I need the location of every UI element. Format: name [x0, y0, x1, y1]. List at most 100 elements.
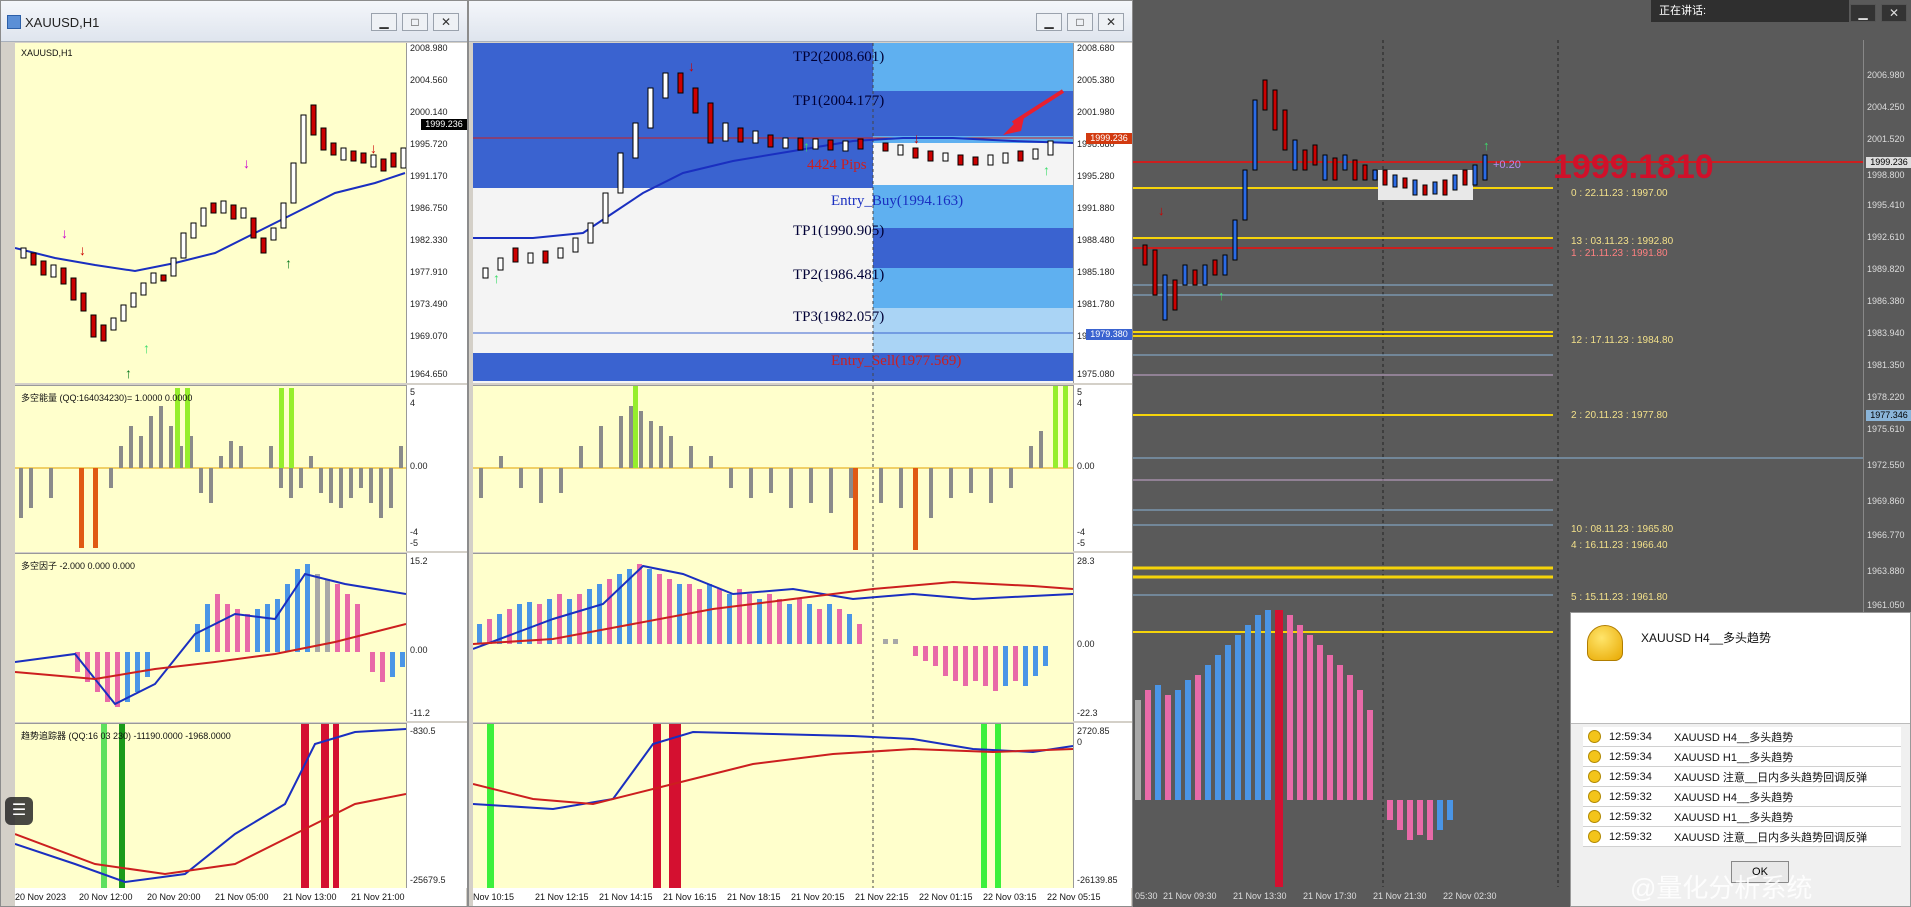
center-indicator-factor[interactable] [473, 553, 1073, 722]
close-button[interactable]: ✕ [433, 13, 459, 31]
alert-popup[interactable]: XAUUSD H4__多头趋势 12:59:34 XAUUSD H4__多头趋势 … [1570, 612, 1911, 907]
tp2-sell-label: TP2(1986.481) [793, 267, 885, 283]
svg-text:↓: ↓ [370, 140, 377, 156]
svg-text:↓: ↓ [1158, 203, 1165, 218]
level-label: 5 : 15.11.23 : 1961.80 [1571, 592, 1668, 603]
level-label: 2 : 20.11.23 : 1977.80 [1571, 410, 1668, 421]
right-price-chart: ↓ ↑ ↑ +0.20 [1133, 40, 1863, 650]
center-window-titlebar[interactable]: ▁ □ ✕ [469, 1, 1132, 42]
center-time-axis: Nov 10:15 21 Nov 12:15 21 Nov 14:15 21 N… [473, 888, 1131, 906]
maximize-button[interactable]: □ [1067, 13, 1093, 31]
alert-row[interactable]: 12:59:32 XAUUSD H4__多头趋势 [1583, 787, 1901, 807]
left-indicator-trend-scale: -830.5 -25679.5 [406, 723, 467, 888]
left-time-axis: 20 Nov 2023 20 Nov 12:00 20 Nov 20:00 21… [15, 888, 466, 906]
chart-app-icon [7, 15, 21, 29]
side-menu-button[interactable]: ☰ [5, 797, 33, 825]
current-price-tag: 1999.236 [421, 119, 467, 130]
bell-icon [1588, 810, 1601, 823]
center-indicator-energy[interactable] [473, 385, 1073, 552]
alert-row[interactable]: 12:59:32 XAUUSD 注意__日内多头趋势回调反弹 [1583, 827, 1901, 847]
small-price-tag: +0.20 [1493, 159, 1521, 171]
big-price-label: 1999.1810 [1553, 148, 1714, 186]
energy-histogram [15, 388, 406, 548]
energy-indicator-label: 多空能量 (QQ:164034230)= 1.0000 0.0000 [21, 393, 193, 403]
center-main-chart[interactable]: ↑ ↓ ↑ ↓ ↑ TP2(2008.601) TP1(2004.177) 4424 … [473, 43, 1073, 383]
factor-indicator-label: 多空因子 -2.000 0.000 0.000 [21, 561, 136, 571]
current-price-tag: 1999.236 [1866, 157, 1911, 168]
bell-icon [1588, 790, 1601, 803]
close-button[interactable]: ✕ [1881, 4, 1907, 22]
bell-icon [1588, 750, 1601, 763]
center-indicator-energy-scale: 5 4 0.00 -4 -5 [1073, 385, 1132, 551]
svg-text:↑: ↑ [1483, 138, 1490, 153]
svg-text:↑: ↑ [143, 340, 150, 356]
minimize-button[interactable]: ▁ [1036, 13, 1062, 31]
candles [20, 104, 407, 342]
bell-icon [1588, 730, 1601, 743]
left-indicator-factor[interactable]: 多空因子 -2.000 0.000 0.000 [15, 553, 406, 722]
trend-lines [15, 724, 406, 889]
svg-text:↑: ↑ [285, 255, 292, 271]
left-indicator-factor-scale: 15.2 0.00 -11.2 [406, 553, 467, 721]
level-label: 4 : 16.11.23 : 1966.40 [1571, 540, 1668, 551]
tp2-buy-label: TP2(2008.601) [793, 49, 885, 65]
alert-header-text: XAUUSD H4__多头趋势 [1641, 631, 1772, 645]
close-button[interactable]: ✕ [1098, 13, 1124, 31]
svg-text:↓: ↓ [61, 225, 68, 241]
center-indicator-factor-scale: 28.3 0.00 -22.3 [1073, 553, 1132, 721]
tp3-sell-label: TP3(1982.057) [793, 309, 885, 325]
svg-text:↓: ↓ [688, 58, 695, 74]
second-price-tag: 1979.380 [1086, 329, 1132, 340]
svg-text:↓: ↓ [913, 130, 920, 146]
alert-row[interactable]: 12:59:32 XAUUSD H1__多头趋势 [1583, 807, 1901, 827]
maximize-button[interactable]: □ [402, 13, 428, 31]
marker-price-tag: 1977.346 [1866, 410, 1911, 421]
alert-row[interactable]: 12:59:34 XAUUSD 注意__日内多头趋势回调反弹 [1583, 767, 1901, 787]
alert-row[interactable]: 12:59:34 XAUUSD H4__多头趋势 [1583, 727, 1901, 747]
current-price-tag: 1999.236 [1086, 133, 1132, 144]
chart-window-left: XAUUSD,H1 ▁ □ ✕ XAUUSD,H1 ↓ ↓ ↑ ↑ ↑ ↓ ↓ [0, 0, 468, 907]
moving-average-line [15, 172, 406, 273]
svg-text:↑: ↑ [1218, 288, 1225, 303]
level-label: 1 : 21.11.23 : 1991.80 [1571, 248, 1668, 259]
center-price-chart: ↑ ↓ ↑ ↓ ↑ [473, 43, 1073, 383]
center-indicator-trend[interactable] [473, 723, 1073, 889]
center-price-scale: 2008.680 2005.380 2001.980 1998.680 1995… [1073, 43, 1132, 383]
svg-text:↑: ↑ [803, 138, 810, 154]
speaking-indicator: 正在讲话: [1651, 0, 1849, 22]
alert-row[interactable]: 12:59:34 XAUUSD H1__多头趋势 [1583, 747, 1901, 767]
entry-buy-label: Entry_Buy(1994.163) [831, 193, 964, 209]
alert-popup-header: XAUUSD H4__多头趋势 [1571, 613, 1910, 724]
minimize-button[interactable]: ▁ [371, 13, 397, 31]
pips-label: 4424 Pips [807, 157, 867, 173]
svg-text:↓: ↓ [243, 155, 250, 171]
tp1-buy-label: TP1(2004.177) [793, 93, 885, 109]
left-price-scale: 2008.980 2004.560 2000.140 1995.720 1991… [406, 43, 467, 383]
svg-text:↑: ↑ [1043, 162, 1050, 178]
trend-indicator-label: 趋势追踪器 (QQ:16 03 230) -11190.0000 -1968.0… [21, 731, 231, 741]
watermark-text: @量化分析系统 [1630, 873, 1813, 903]
tp1-sell-label: TP1(1990.905) [793, 223, 885, 239]
right-indicator-histogram [1135, 610, 1559, 890]
right-price-scale: 2006.980 2004.250 2001.520 1998.800 1995… [1863, 40, 1911, 650]
center-indicator-trend-scale: 2720.85 0 -26139.85 [1073, 723, 1132, 888]
factor-histogram [15, 564, 406, 707]
left-main-chart[interactable]: XAUUSD,H1 ↓ ↓ ↑ ↑ ↑ ↓ ↓ [15, 43, 465, 383]
center-energy-histogram [473, 386, 1073, 552]
left-window-titlebar[interactable]: XAUUSD,H1 ▁ □ ✕ [1, 1, 467, 42]
bell-icon [1587, 625, 1623, 661]
level-label: 13 : 03.11.23 : 1992.80 [1571, 236, 1674, 247]
level-label: 0 : 22.11.23 : 1997.00 [1571, 188, 1668, 199]
bell-icon [1588, 830, 1601, 843]
bell-icon [1588, 770, 1601, 783]
minimize-button[interactable]: ▁ [1850, 4, 1876, 22]
left-indicator-trend[interactable]: 趋势追踪器 (QQ:16 03 230) -11190.0000 -1968.0… [15, 723, 406, 889]
signal-arrows: ↓ ↓ ↑ ↑ ↑ ↓ ↓ [61, 140, 377, 381]
left-window-title: XAUUSD,H1 [25, 15, 100, 30]
left-indicator-energy-scale: 5 4 0.00 -4 -5 [406, 385, 467, 551]
svg-text:↑: ↑ [125, 365, 132, 381]
level-label: 10 : 08.11.23 : 1965.80 [1571, 524, 1674, 535]
left-indicator-energy[interactable]: 多空能量 (QQ:164034230)= 1.0000 0.0000 [15, 385, 406, 552]
chart-symbol-label: XAUUSD,H1 [21, 48, 73, 58]
svg-text:↓: ↓ [79, 242, 86, 258]
